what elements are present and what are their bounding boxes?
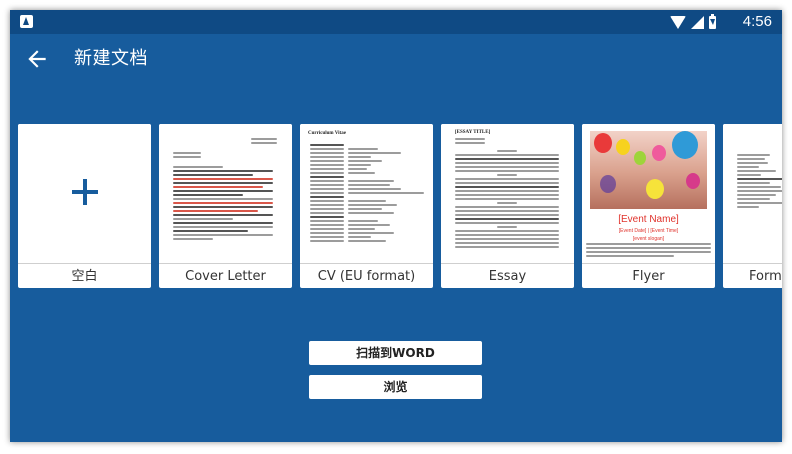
wifi-icon (670, 15, 686, 29)
flyer-event-slogan: [event slogan] (632, 236, 665, 242)
arrow-left-icon (28, 50, 46, 68)
status-bar: 4:56 (10, 10, 782, 34)
template-thumbnail: [ESSAY TITLE] (441, 124, 574, 262)
template-card-cv[interactable]: Curriculum Vitae CV (EU format) (300, 124, 433, 288)
template-thumbnail (159, 124, 292, 262)
app-bar: 新建文档 (10, 34, 782, 84)
plus-icon (72, 179, 98, 205)
essay-heading: [ESSAY TITLE] (455, 130, 491, 135)
template-label: Flyer (582, 263, 715, 288)
template-card-blank[interactable]: 空白 (18, 124, 151, 288)
template-card-essay[interactable]: [ESSAY TITLE] Essay (441, 124, 574, 288)
template-card-format[interactable]: Forma (723, 124, 782, 288)
template-list[interactable]: 空白 Cover Letter Curriculum Vitae CV (EU … (18, 124, 782, 288)
flyer-event-name: [Event Name] (618, 214, 679, 225)
template-thumbnail: [Event Name] [Event Date] | [Event Time]… (582, 124, 715, 262)
flyer-event-date: [Event Date] | [Event Time] (618, 228, 679, 234)
status-icons (670, 13, 716, 30)
template-label: Forma (723, 263, 782, 288)
browse-button[interactable]: 浏览 (309, 375, 482, 399)
page-title: 新建文档 (74, 48, 148, 69)
battery-icon (709, 13, 716, 29)
status-time: 4:56 (742, 13, 772, 30)
template-thumbnail: Curriculum Vitae (300, 124, 433, 262)
template-thumbnail (18, 124, 151, 262)
template-card-flyer[interactable]: [Event Name] [Event Date] | [Event Time]… (582, 124, 715, 288)
scan-to-word-button[interactable]: 扫描到WORD (309, 341, 482, 365)
template-thumbnail (723, 124, 782, 262)
template-label: CV (EU format) (300, 263, 433, 288)
app-icon (20, 15, 33, 28)
template-card-cover-letter[interactable]: Cover Letter (159, 124, 292, 288)
back-button[interactable] (24, 46, 50, 72)
template-label: Cover Letter (159, 263, 292, 288)
signal-icon (691, 15, 704, 29)
device-screen: 4:56 新建文档 空白 Cover Letter Curriculum Vit… (10, 10, 782, 442)
flyer-photo (590, 131, 707, 209)
template-label: Essay (441, 263, 574, 288)
template-label: 空白 (18, 263, 151, 288)
cv-heading: Curriculum Vitae (308, 131, 346, 136)
